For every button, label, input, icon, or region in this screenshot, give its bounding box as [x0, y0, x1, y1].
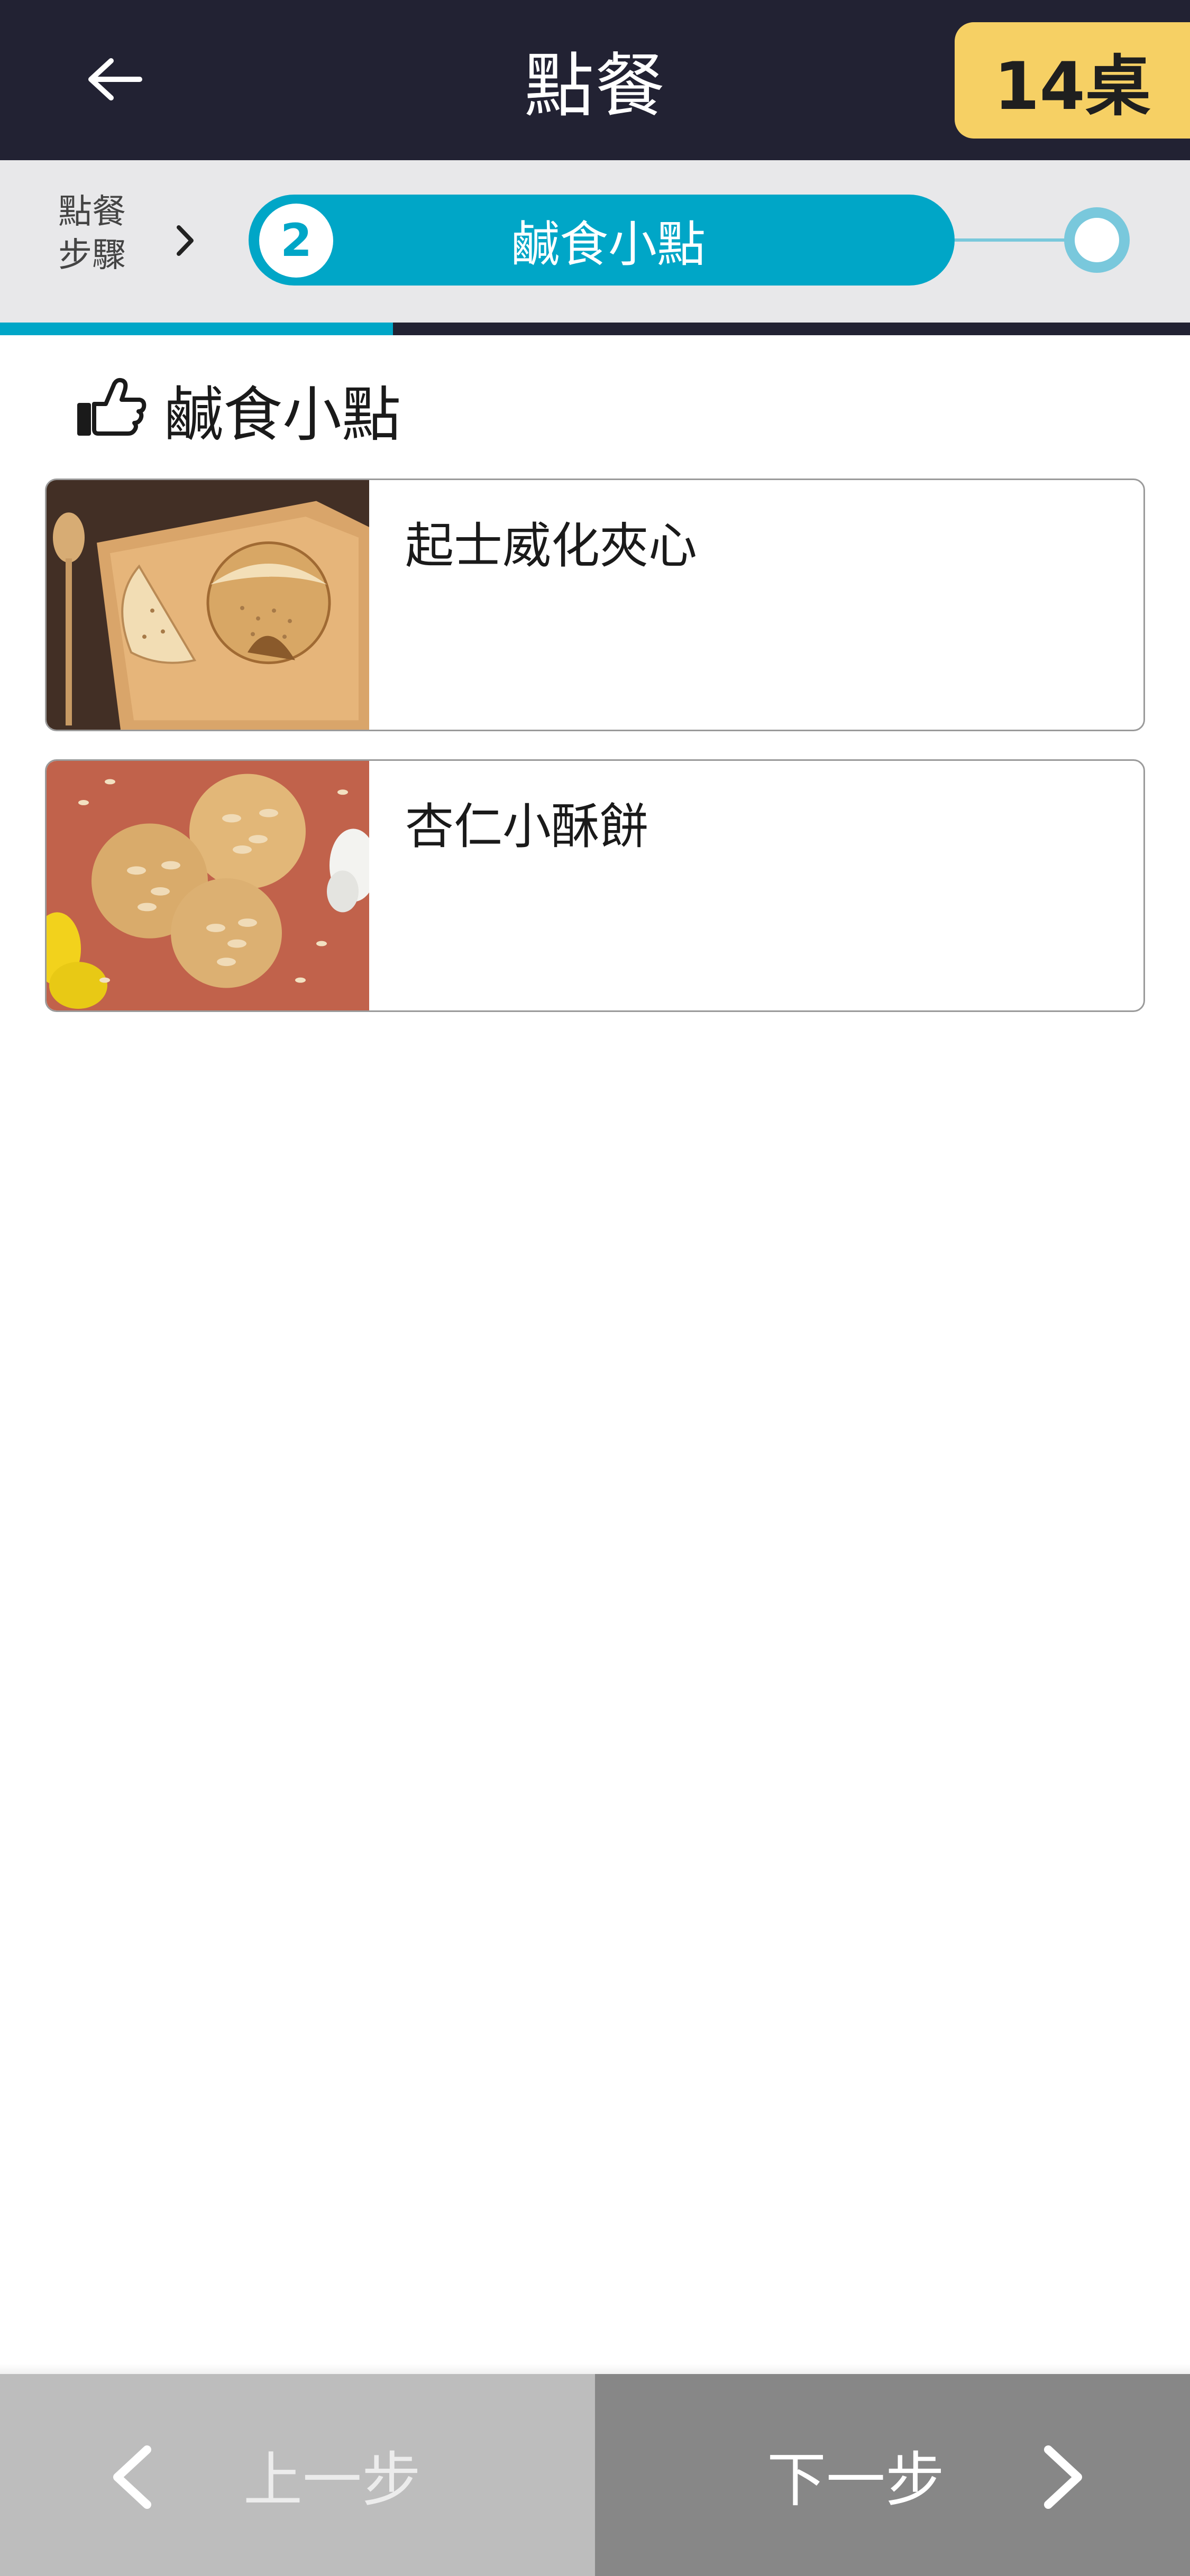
next-step-label: 下一步 — [767, 2446, 945, 2515]
step-connector — [955, 238, 1066, 242]
almond-cookie-photo — [47, 761, 369, 1010]
nav-shadow — [0, 2363, 1190, 2374]
thumbs-up-icon — [73, 376, 147, 440]
arrow-left-icon — [88, 58, 142, 100]
cheese-wafer-photo — [47, 480, 369, 730]
steps-label: 點餐 步驟 — [58, 190, 143, 277]
next-step-dot[interactable] — [1064, 207, 1130, 273]
menu-item-card[interactable]: 杏仁小酥餅 — [45, 759, 1145, 1012]
back-button[interactable] — [74, 48, 153, 111]
table-number-badge: 14桌 — [955, 22, 1190, 139]
menu-item-card[interactable]: 起士威化夾心 — [45, 479, 1145, 731]
progress-fill — [0, 323, 393, 335]
steps-label-line2: 步驟 — [58, 236, 126, 275]
steps-label-line1: 點餐 — [58, 192, 126, 232]
current-step-number: 2 — [259, 204, 333, 278]
section-title: 鹹食小點 — [164, 381, 401, 449]
prev-step-label: 上一步 — [243, 2446, 421, 2515]
menu-item-name: 杏仁小酥餅 — [405, 798, 649, 855]
chevron-right-icon — [175, 217, 206, 264]
menu-item-name: 起士威化夾心 — [405, 518, 698, 574]
chevron-right-icon — [1044, 2445, 1082, 2509]
current-step-name: 鹹食小點 — [510, 216, 706, 273]
chevron-left-icon — [113, 2445, 151, 2509]
